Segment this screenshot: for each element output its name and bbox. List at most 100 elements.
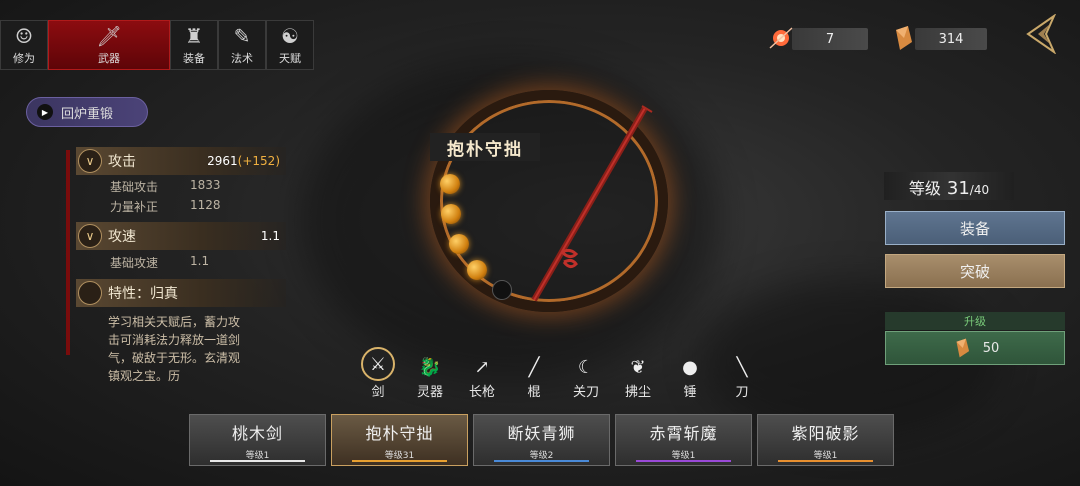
card-level: 等级1 [671, 450, 696, 461]
upgrade-cost: 50 [982, 340, 1000, 356]
base-attack-value: 1833 [190, 178, 221, 192]
card-level: 等级2 [529, 450, 554, 461]
tab-label: 武器 [98, 52, 120, 65]
card-name: 抱朴守拙 [365, 423, 434, 443]
star-orb-filled [467, 260, 487, 280]
sword-icon: ⚔ [361, 347, 395, 381]
weapon-card[interactable]: 紫阳破影 等级1 [757, 414, 894, 466]
chevron-down-icon: ∨ [78, 224, 102, 248]
tab-cultivation[interactable]: ☺ 修为 [0, 20, 48, 70]
play-icon: ▶ [37, 104, 53, 120]
rarity-bar [210, 460, 305, 462]
type-whisk[interactable]: ❦ 拂尘 [612, 354, 664, 400]
staff-icon: ╱ [528, 357, 540, 378]
top-tabs: ☺ 修为 🗡 武器 ♜ 装备 ✎ 法术 ☯ 天赋 [0, 20, 314, 70]
rarity-bar [494, 460, 589, 462]
tab-spells[interactable]: ✎ 法术 [218, 20, 266, 70]
speed-header[interactable]: ∨ 攻速 1.1 [76, 222, 286, 250]
speed-label: 攻速 [108, 229, 136, 245]
dragon-icon: 🐉 [418, 357, 442, 378]
type-label: 拂尘 [624, 385, 651, 400]
guandao-icon: ☾ [577, 357, 595, 378]
tab-label: 法术 [231, 52, 253, 65]
strength-bonus-label: 力量补正 [110, 200, 159, 214]
taiji-icon: ☯ [281, 23, 299, 48]
essence-icon [769, 27, 793, 49]
type-sword[interactable]: ⚔ 剑 [352, 347, 404, 400]
tab-label: 装备 [183, 52, 205, 65]
attack-header[interactable]: ∨ 攻击 2961(+152) [76, 147, 286, 175]
card-name: 断妖青狮 [507, 423, 576, 443]
type-label: 锤 [683, 385, 697, 400]
type-label: 长枪 [468, 385, 495, 400]
type-label: 刀 [735, 385, 749, 400]
sword-icon: 🗡 [96, 23, 122, 48]
recast-button[interactable]: ▶ 回炉重锻 [26, 97, 148, 127]
whisk-icon: ❦ [630, 357, 646, 378]
strength-bonus-value: 1128 [190, 198, 221, 212]
star-orb-filled [440, 174, 460, 194]
type-label: 棍 [527, 385, 541, 400]
rarity-bar [778, 460, 873, 462]
base-speed-label: 基础攻速 [110, 256, 159, 270]
type-hammer[interactable]: ● 锤 [664, 354, 716, 400]
tab-label: 天赋 [279, 52, 301, 65]
weapon-sword-image [531, 105, 653, 302]
scroll-icon: ✎ [233, 23, 251, 48]
tab-equipment[interactable]: ♜ 装备 [170, 20, 218, 70]
type-staff[interactable]: ╱ 棍 [508, 354, 560, 400]
weapon-name: 抱朴守拙 [430, 133, 540, 161]
breakthrough-button[interactable]: 突破 [885, 254, 1065, 288]
level-label: 等级 [908, 179, 941, 198]
weapon-card-list: 桃木剑 等级1 抱朴守拙 等级31 断妖青狮 等级2 赤霄斩魔 等级1 紫阳破影… [189, 414, 894, 466]
speed-value: 1.1 [260, 229, 280, 243]
hammer-icon: ● [682, 357, 698, 378]
type-spear[interactable]: ↗ 长枪 [456, 354, 508, 400]
type-label: 剑 [371, 385, 385, 400]
card-level: 等级31 [384, 450, 415, 461]
tab-talent[interactable]: ☯ 天赋 [266, 20, 314, 70]
card-name: 紫阳破影 [791, 423, 860, 443]
rarity-bar [352, 460, 447, 462]
type-label: 关刀 [572, 385, 599, 400]
person-icon: ☺ [15, 23, 33, 48]
trait-description: 学习相关天赋后，蓄力攻击可消耗法力释放一道剑气，破敌于无形。玄清观镇观之宝。历 [108, 315, 241, 383]
chevron-down-icon: ∨ [78, 149, 102, 173]
weapon-card[interactable]: 桃木剑 等级1 [189, 414, 326, 466]
star-orb-empty [492, 280, 512, 300]
recast-label: 回炉重锻 [61, 106, 114, 122]
trait-header: 特性：归真 [76, 279, 286, 307]
equip-button[interactable]: 装备 [885, 211, 1065, 245]
attack-value: 2961(+152) [207, 154, 280, 168]
strength-bonus-row: 力量补正 1128 [110, 198, 221, 215]
card-name: 赤霄斩魔 [649, 423, 718, 443]
tab-weapon[interactable]: 🗡 武器 [48, 20, 170, 70]
upgrade-label: 升级 [885, 312, 1065, 330]
weapon-type-bar: ⚔ 剑 🐉 灵器 ↗ 长枪 ╱ 棍 ☾ 关刀 ❦ 拂尘 ● 锤 ╲ 刀 [352, 347, 768, 400]
star-orb-filled [441, 204, 461, 224]
stats-accent-bar [66, 150, 70, 355]
upgrade-button[interactable]: 50 [885, 331, 1065, 365]
level-display: 等级 31/40 [884, 172, 1014, 200]
robe-icon: ♜ [185, 23, 203, 48]
weapon-card-selected[interactable]: 抱朴守拙 等级31 [331, 414, 468, 466]
trait-title: 特性：归真 [108, 286, 178, 302]
star-orb-filled [449, 234, 469, 254]
card-name: 桃木剑 [231, 423, 283, 443]
spear-icon: ↗ [474, 357, 490, 378]
weapon-card[interactable]: 赤霄斩魔 等级1 [615, 414, 752, 466]
trait-icon [78, 281, 102, 305]
shard-count: 314 [915, 28, 987, 50]
back-icon[interactable] [1024, 14, 1058, 54]
base-speed-row: 基础攻速 1.1 [110, 254, 209, 271]
shard-icon [896, 26, 912, 50]
essence-count: 7 [792, 28, 868, 50]
type-spirit[interactable]: 🐉 灵器 [404, 354, 456, 400]
type-guandao[interactable]: ☾ 关刀 [560, 354, 612, 400]
base-speed-value: 1.1 [190, 254, 210, 268]
type-label: 灵器 [416, 385, 443, 400]
type-blade[interactable]: ╲ 刀 [716, 354, 768, 400]
card-level: 等级1 [245, 450, 270, 461]
weapon-card[interactable]: 断妖青狮 等级2 [473, 414, 610, 466]
attack-label: 攻击 [108, 154, 136, 170]
